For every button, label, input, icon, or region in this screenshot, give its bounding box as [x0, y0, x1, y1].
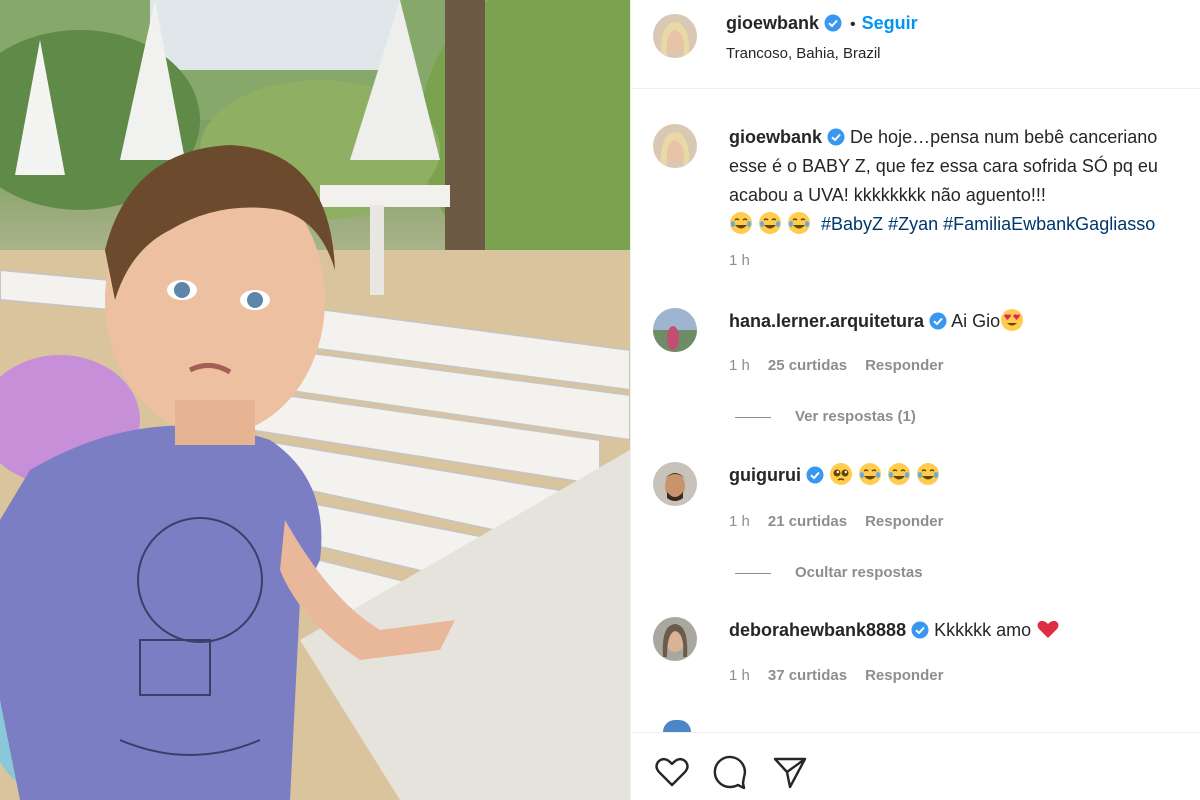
share-icon[interactable]: [771, 753, 809, 791]
comment-text: Kkkkkk amo: [934, 620, 1032, 640]
partial-comment-avatar: [663, 720, 691, 732]
caption-text-1: De hoje…pensa num bebê canceriano: [850, 127, 1158, 147]
tears-of-joy-emoji-icon: [859, 463, 881, 485]
author-username[interactable]: gioewbank: [726, 13, 819, 33]
caption-author-avatar[interactable]: [653, 124, 697, 168]
comment-avatar[interactable]: [653, 617, 697, 661]
thread-line: [735, 572, 771, 574]
photo-illustration: [0, 0, 630, 800]
tears-of-joy-emoji-icon: [730, 212, 752, 234]
action-bar: [631, 732, 1200, 800]
reply-button[interactable]: Responder: [865, 667, 943, 684]
verified-badge-icon: [806, 466, 824, 484]
reply-button[interactable]: Responder: [865, 513, 943, 530]
verified-badge-icon: [824, 14, 842, 32]
tears-of-joy-emoji-icon: [788, 212, 810, 234]
hashtag-zyan[interactable]: #Zyan: [888, 214, 938, 234]
comment-likes[interactable]: 37 curtidas: [768, 667, 847, 684]
hashtag-babyz[interactable]: #BabyZ: [821, 214, 883, 234]
comment-meta: 1 h 37 curtidas Responder: [729, 667, 943, 684]
comment-avatar[interactable]: [653, 308, 697, 352]
thread-line: [735, 416, 771, 418]
comment-text: Ai Gio: [951, 311, 1001, 331]
post-location[interactable]: Trancoso, Bahia, Brazil: [726, 45, 881, 62]
comment-username[interactable]: guigurui: [729, 465, 801, 485]
comment-timestamp[interactable]: 1 h: [729, 513, 750, 530]
caption-line-1: gioewbank De hoje…pensa num bebê canceri…: [729, 123, 1158, 152]
comment-item: deborahewbank8888 Kkkkkk amo: [729, 616, 1065, 645]
caption-hashtag-line: #BabyZ #Zyan #FamiliaEwbankGagliasso: [729, 210, 1158, 239]
comment-likes[interactable]: 25 curtidas: [768, 357, 847, 374]
verified-badge-icon: [911, 621, 929, 639]
caption-text-2: esse é o BABY Z, que fez essa cara sofri…: [729, 156, 1158, 176]
post-details-panel: gioewbank • Seguir Trancoso, Bahia, Brazil…: [630, 0, 1200, 800]
tears-of-joy-emoji-icon: [888, 463, 910, 485]
author-avatar[interactable]: [653, 14, 697, 58]
view-replies-label[interactable]: Ver respostas (1): [795, 408, 916, 425]
verified-badge-icon: [929, 312, 947, 330]
separator-dot: •: [850, 16, 856, 33]
post-photo[interactable]: [0, 0, 630, 800]
comment-item: guigurui: [729, 461, 945, 490]
caption-text-3: acabou a UVA! kkkkkkkk não aguento!!!: [729, 185, 1046, 205]
heart-eyes-emoji-icon: [1001, 309, 1024, 331]
hide-replies-toggle[interactable]: Ocultar respostas: [735, 564, 923, 581]
comment-item: hana.lerner.arquitetura Ai Gio: [729, 307, 1029, 336]
comment-meta: 1 h 21 curtidas Responder: [729, 513, 943, 530]
view-replies-toggle[interactable]: Ver respostas (1): [735, 408, 916, 425]
caption-timestamp[interactable]: 1 h: [729, 252, 750, 269]
hide-replies-label[interactable]: Ocultar respostas: [795, 564, 923, 581]
pleading-face-emoji-icon: [830, 463, 852, 485]
comment-username[interactable]: hana.lerner.arquitetura: [729, 311, 924, 331]
comment-avatar[interactable]: [653, 462, 697, 506]
tears-of-joy-emoji-icon: [759, 212, 781, 234]
comment-icon[interactable]: [711, 753, 749, 791]
verified-badge-icon: [827, 128, 845, 146]
reply-button[interactable]: Responder: [865, 357, 943, 374]
tears-of-joy-emoji-icon: [917, 463, 939, 485]
red-heart-emoji-icon: [1037, 620, 1059, 638]
comment-timestamp[interactable]: 1 h: [729, 357, 750, 374]
comment-meta: 1 h 25 curtidas Responder: [729, 357, 943, 374]
post-header: gioewbank • Seguir Trancoso, Bahia, Brazil: [631, 0, 1200, 89]
caption: gioewbank De hoje…pensa num bebê canceri…: [729, 123, 1158, 239]
follow-button[interactable]: Seguir: [862, 13, 918, 33]
author-line: gioewbank • Seguir: [726, 13, 918, 34]
comment-username[interactable]: deborahewbank8888: [729, 620, 906, 640]
hashtag-familia[interactable]: #FamiliaEwbankGagliasso: [943, 214, 1155, 234]
heart-icon[interactable]: [653, 753, 691, 791]
comment-timestamp[interactable]: 1 h: [729, 667, 750, 684]
caption-username[interactable]: gioewbank: [729, 127, 822, 147]
comment-likes[interactable]: 21 curtidas: [768, 513, 847, 530]
